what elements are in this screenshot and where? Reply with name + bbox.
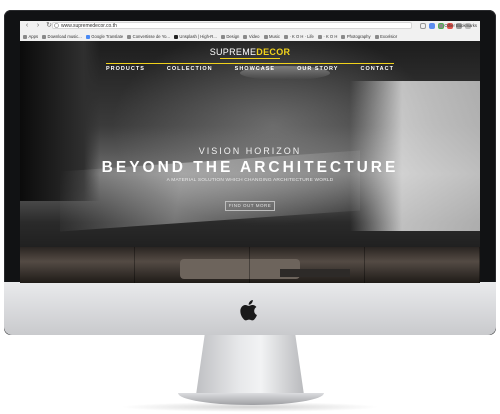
hero-description: A MATERIAL SOLUTION WHICH CHANGING ARCHI…: [166, 178, 334, 183]
thumbnail[interactable]: [365, 247, 480, 283]
main-nav: PRODUCTS COLLECTION SHOWCASE OUR STORY C…: [106, 66, 394, 72]
bookmark-item[interactable]: · K O H: [317, 34, 337, 39]
back-button[interactable]: ‹: [23, 22, 31, 30]
page-info-icon: [54, 23, 59, 28]
bookmark-folder[interactable]: Design: [220, 34, 239, 39]
thumbnail[interactable]: [135, 247, 250, 283]
star-icon[interactable]: [420, 23, 426, 29]
folder-icon: [341, 34, 346, 39]
bookmark-item[interactable]: Apps: [23, 34, 38, 39]
imac-screen: ‹ › ↻ www.supremedecor.co.th Apps Downlo…: [20, 21, 480, 283]
bookmark-item[interactable]: Unsplash | High-R...: [173, 34, 217, 39]
hero-subtitle: VISION HORIZON: [198, 146, 302, 156]
apps-icon: [23, 34, 27, 39]
nav-divider: [106, 63, 394, 64]
site-logo[interactable]: SUPREMEDECOR: [20, 47, 480, 57]
bookmark-folder[interactable]: Video: [243, 34, 260, 39]
website-hero: SUPREMEDECOR PRODUCTS COLLECTION SHOWCAS…: [20, 41, 480, 283]
hero-title: BEYOND THE ARCHITECTURE: [101, 159, 399, 176]
other-bookmarks[interactable]: Other Bookmarks: [438, 23, 477, 28]
bookmark-icon: [42, 34, 47, 39]
browser-chrome: ‹ › ↻ www.supremedecor.co.th Apps Downlo…: [20, 21, 480, 42]
forward-button[interactable]: ›: [34, 22, 42, 30]
imac-stand: [196, 335, 304, 395]
bookmark-item[interactable]: Convertisse de Yo...: [127, 34, 170, 39]
logo-underline: [220, 58, 280, 59]
thumbnail[interactable]: [250, 247, 365, 283]
folder-icon: [243, 34, 248, 39]
bookmark-icon: [127, 34, 132, 39]
folder-icon: [438, 23, 443, 28]
bookmark-folder[interactable]: Music: [263, 34, 280, 39]
bookmark-item[interactable]: Download music...: [42, 34, 82, 39]
address-bar[interactable]: www.supremedecor.co.th: [52, 22, 412, 29]
bookmark-item[interactable]: Google Translate: [85, 34, 123, 39]
bookmark-icon: [317, 34, 322, 39]
bookmark-icon: [374, 34, 379, 39]
nav-collection[interactable]: COLLECTION: [167, 66, 213, 72]
folder-icon: [220, 34, 225, 39]
bookmark-icon: [283, 34, 288, 39]
nav-contact[interactable]: CONTACT: [360, 66, 393, 72]
bookmarks-bar: Apps Download music... Google Translate …: [20, 32, 480, 41]
translate-icon: [85, 34, 90, 39]
find-out-more-button[interactable]: FIND OUT MORE: [225, 201, 275, 211]
bookmark-folder[interactable]: Photography: [341, 34, 371, 39]
bookmark-item[interactable]: · K O H · Life: [283, 34, 314, 39]
nav-showcase[interactable]: SHOWCASE: [235, 66, 275, 72]
apple-logo-icon: [240, 300, 257, 321]
thumbnail-strip: [20, 247, 480, 283]
hero-background-shape: [350, 81, 480, 231]
thumbnail[interactable]: [20, 247, 135, 283]
extension-icon[interactable]: [429, 23, 435, 29]
nav-our-story[interactable]: OUR STORY: [297, 66, 338, 72]
folder-icon: [263, 34, 268, 39]
bookmark-item[interactable]: Excelsior: [374, 34, 397, 39]
nav-products[interactable]: PRODUCTS: [106, 66, 145, 72]
camera-icon: [173, 34, 178, 39]
